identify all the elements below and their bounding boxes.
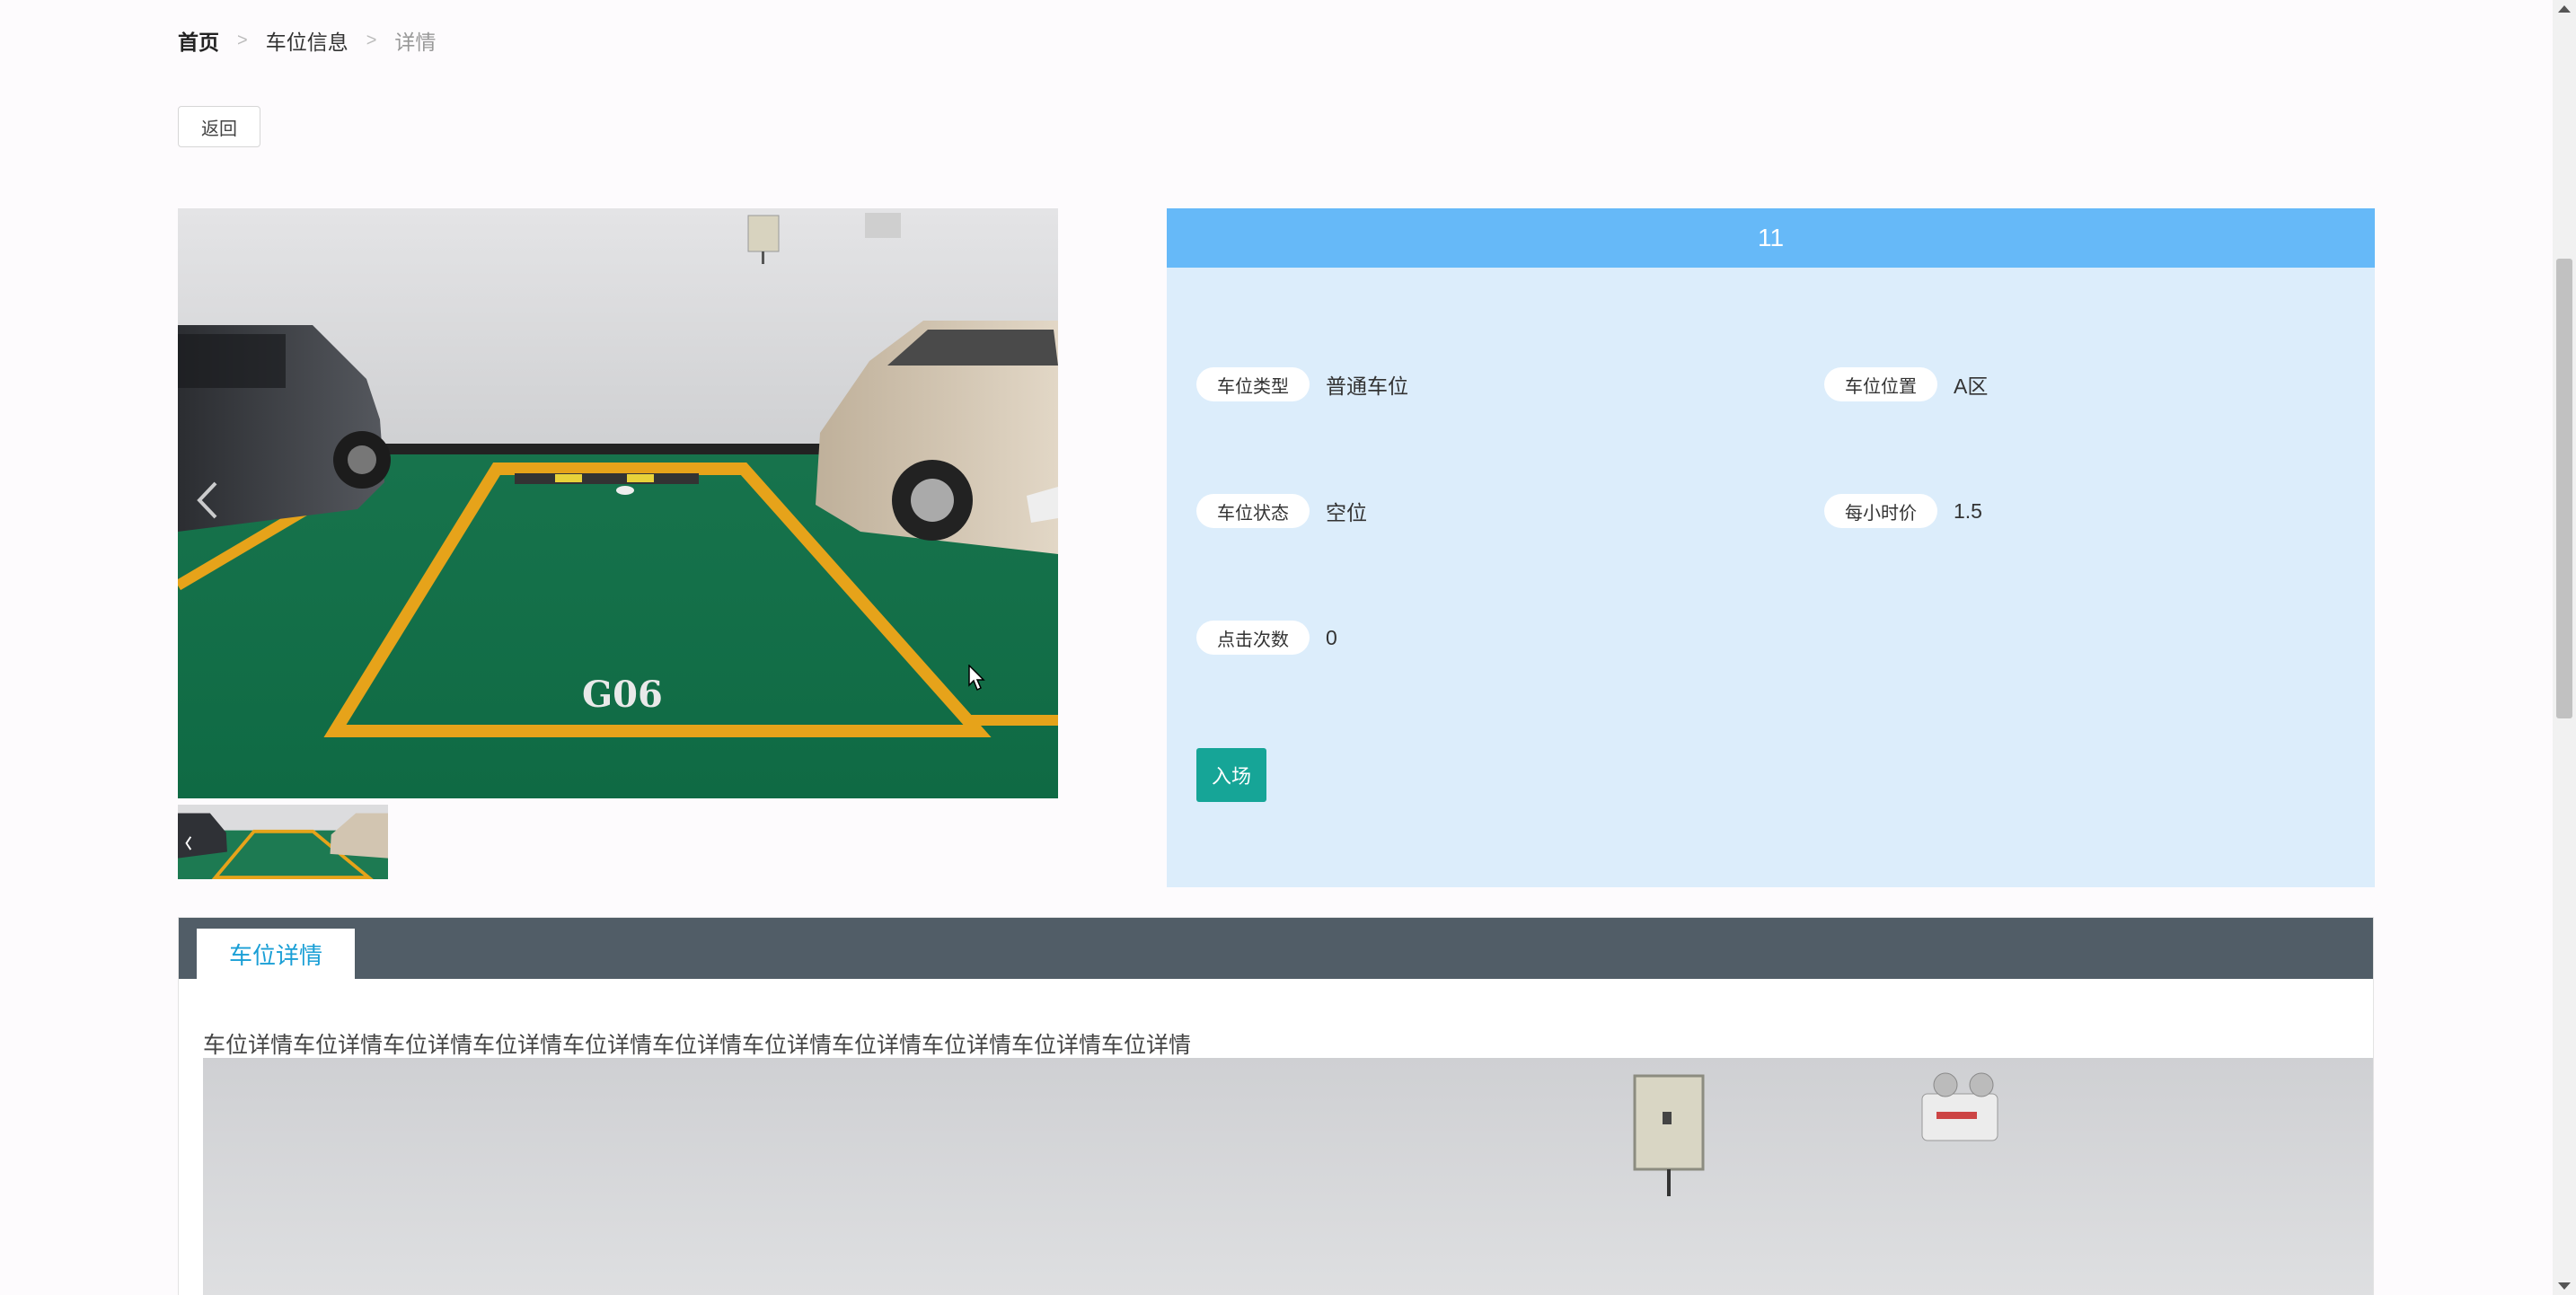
breadcrumb-home-link[interactable]: 首页: [178, 25, 219, 56]
parking-space-thumbnail: [178, 805, 388, 879]
svg-text:G06: G06: [582, 674, 663, 716]
gallery-thumbnail[interactable]: [178, 805, 388, 879]
chevron-left-icon[interactable]: [194, 478, 221, 523]
details-tab-bar: 车位详情: [179, 918, 2373, 979]
field-value: 空位: [1326, 501, 1367, 524]
scrollbar-thumb[interactable]: [2556, 259, 2572, 718]
mouse-cursor-icon: [968, 665, 985, 692]
field-value: A区: [1954, 374, 1989, 398]
breadcrumb-section-link[interactable]: 车位信息: [266, 25, 348, 56]
details-text: 车位详情车位详情车位详情车位详情车位详情车位详情车位详情车位详情车位详情车位详情…: [203, 1033, 1192, 1058]
field-value: 0: [1326, 625, 1337, 649]
field-label: 点击次数: [1196, 621, 1310, 655]
scroll-up-icon[interactable]: [2558, 5, 2571, 13]
parking-space-photo: G06: [178, 208, 1058, 798]
enter-button[interactable]: 入场: [1196, 748, 1266, 802]
field-label: 车位位置: [1824, 367, 1937, 401]
main-image-carousel[interactable]: G06: [178, 208, 1058, 798]
breadcrumb-current: 详情: [394, 31, 437, 54]
field-click-count: 点击次数 0: [1196, 621, 1337, 655]
field-hourly-price: 每小时价 1.5: [1824, 494, 1982, 528]
field-label: 每小时价: [1824, 494, 1937, 528]
field-label: 车位状态: [1196, 494, 1310, 528]
field-value: 普通车位: [1326, 374, 1408, 398]
breadcrumb-separator: >: [237, 30, 248, 50]
parking-space-info-panel: 11 车位类型 普通车位 车位位置 A区 车位状态 空位 每小时价 1.5 点击…: [1167, 208, 2375, 887]
parking-space-title: 11: [1167, 208, 2375, 268]
field-label: 车位类型: [1196, 367, 1310, 401]
page-scrollbar[interactable]: [2553, 0, 2576, 1295]
back-button[interactable]: 返回: [178, 106, 260, 147]
field-space-type: 车位类型 普通车位: [1196, 367, 1408, 401]
breadcrumb: 首页 > 车位信息 > 详情: [178, 25, 436, 56]
tab-space-details[interactable]: 车位详情: [197, 929, 356, 979]
scroll-down-icon[interactable]: [2558, 1282, 2571, 1290]
field-space-location: 车位位置 A区: [1824, 367, 1988, 401]
breadcrumb-separator: >: [366, 30, 377, 50]
details-section: 车位详情 车位详情车位详情车位详情车位详情车位详情车位详情车位详情车位详情车位详…: [178, 917, 2374, 1295]
parking-wall-photo: [203, 1058, 2373, 1295]
field-space-status: 车位状态 空位: [1196, 494, 1367, 528]
details-image: [203, 1058, 2373, 1295]
field-value: 1.5: [1954, 498, 1982, 523]
